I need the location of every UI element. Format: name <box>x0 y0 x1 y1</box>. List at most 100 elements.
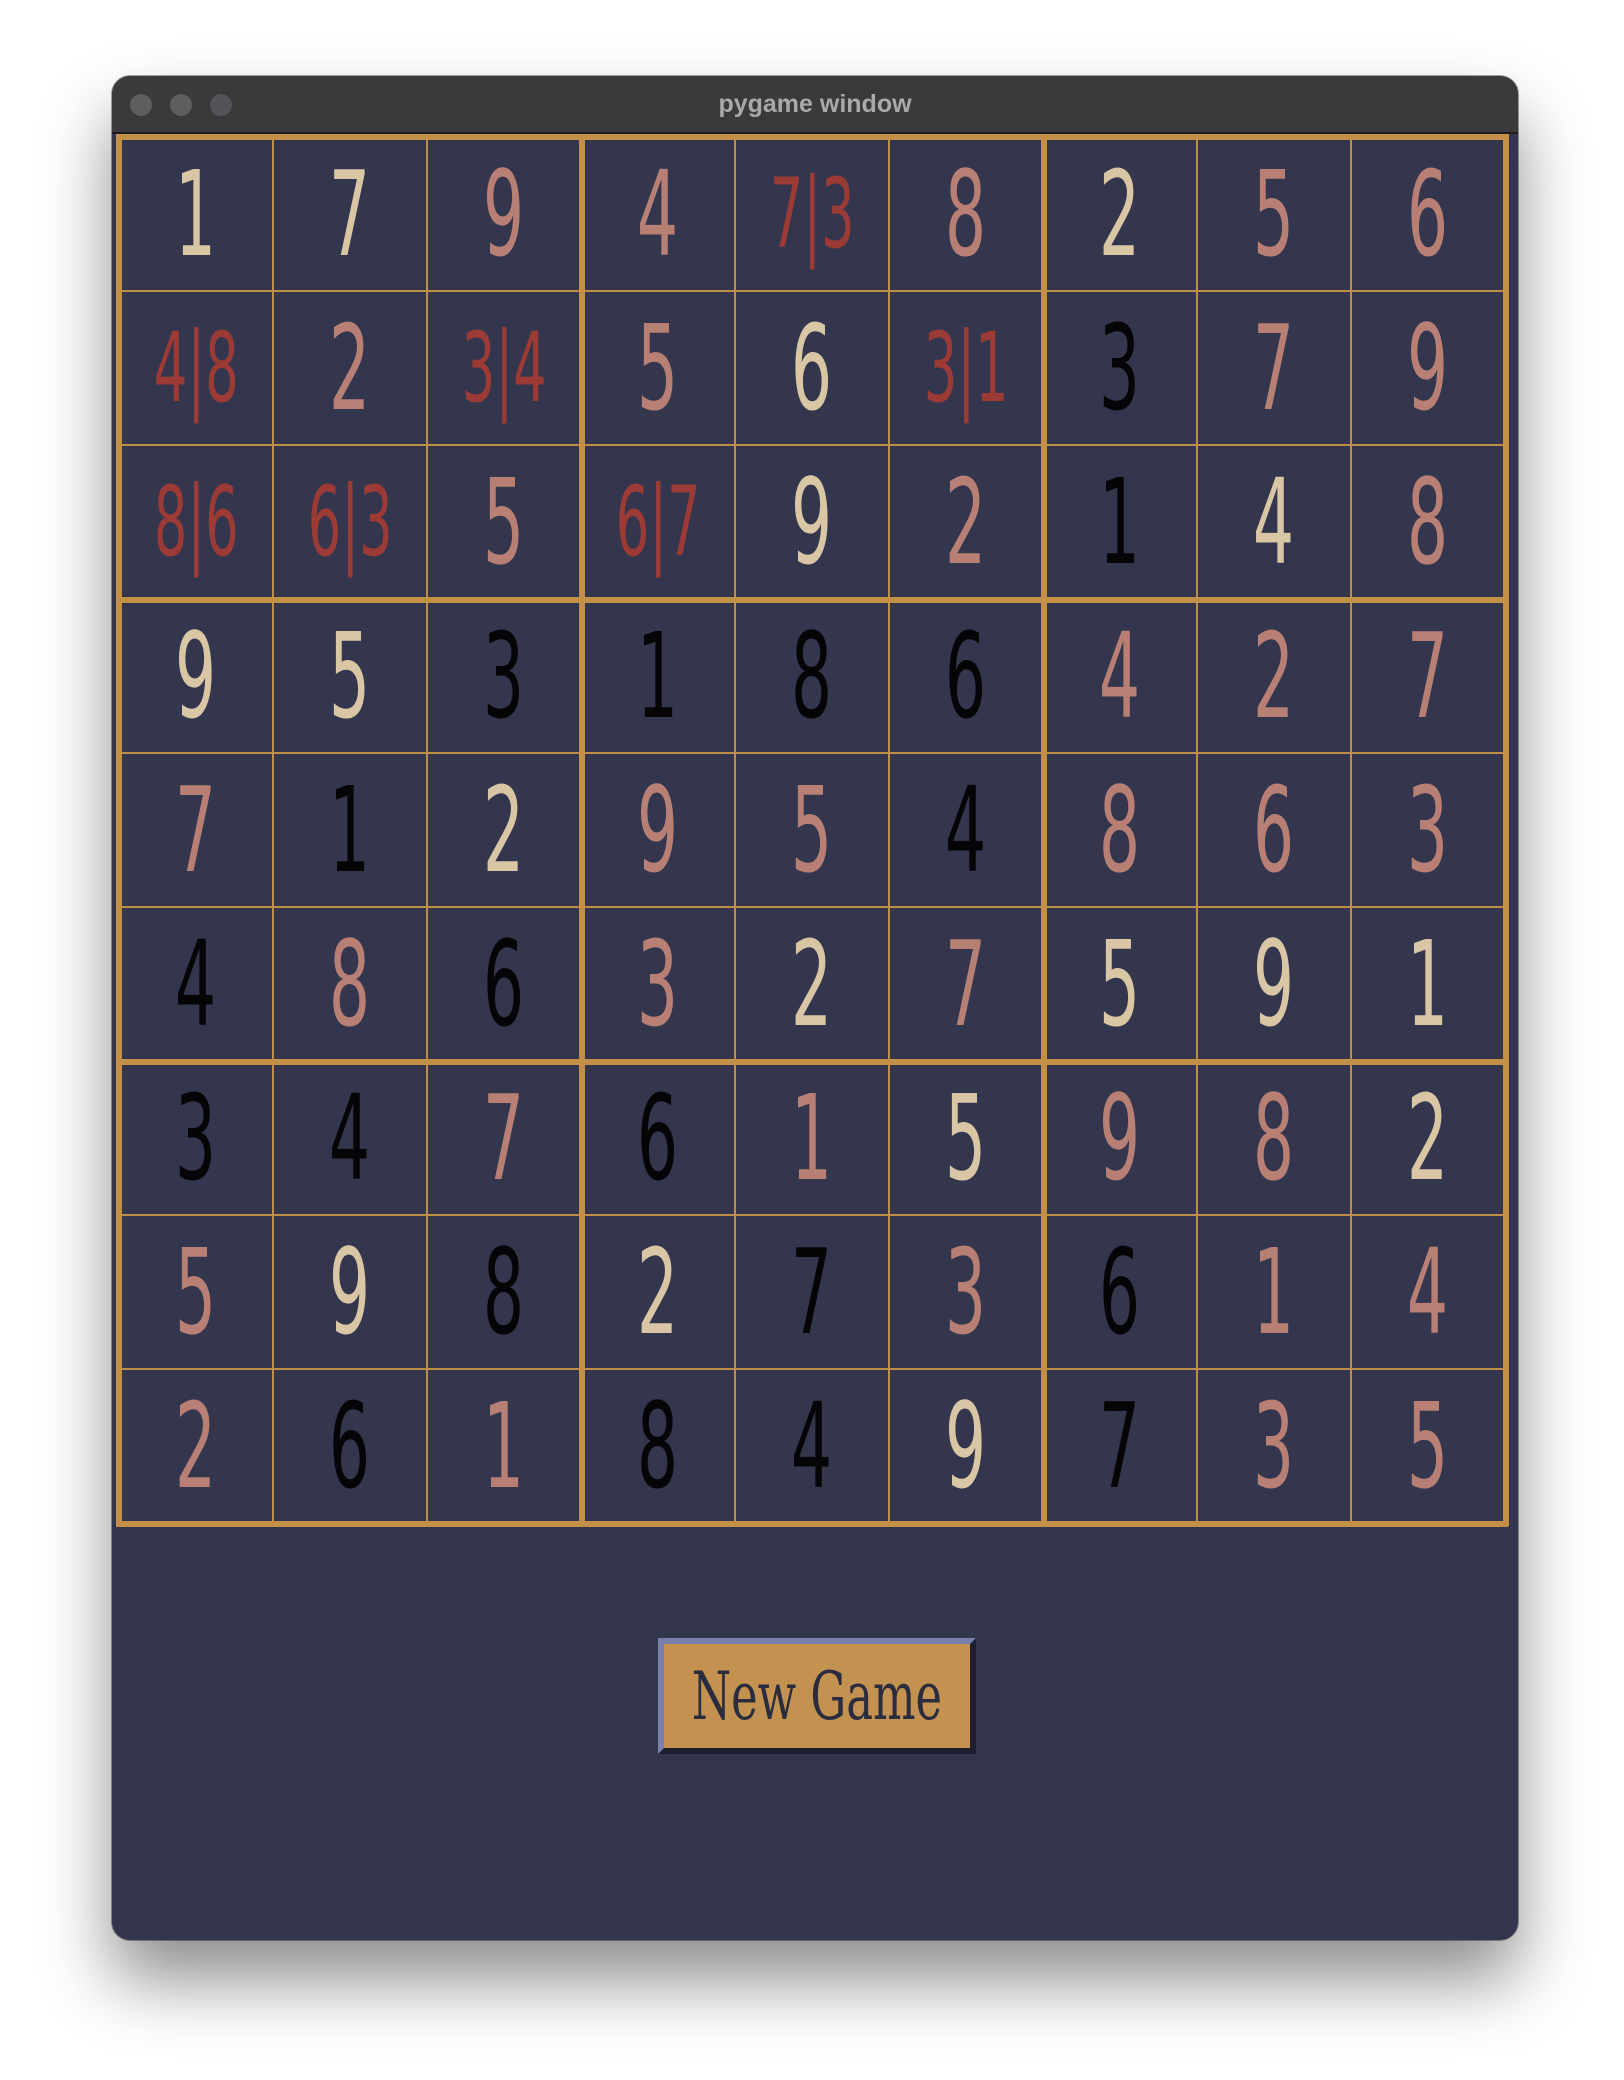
cell-r7-c5[interactable]: 1 <box>735 1061 889 1215</box>
cell-value: 9 <box>483 145 525 283</box>
cell-r5-c1[interactable]: 7 <box>119 753 273 907</box>
cell-r8-c6[interactable]: 3 <box>889 1215 1043 1369</box>
cell-r5-c6[interactable]: 4 <box>889 753 1043 907</box>
cell-r3-c1[interactable]: 8|6 <box>119 445 273 599</box>
cell-value: 1 <box>1099 453 1141 591</box>
cell-r7-c6[interactable]: 5 <box>889 1061 1043 1215</box>
cell-r5-c7[interactable]: 8 <box>1043 753 1197 907</box>
cell-r5-c8[interactable]: 6 <box>1197 753 1351 907</box>
cell-r9-c2[interactable]: 6 <box>273 1369 427 1523</box>
cell-r9-c4[interactable]: 8 <box>581 1369 735 1523</box>
cell-r6-c7[interactable]: 5 <box>1043 907 1197 1061</box>
cell-r9-c6[interactable]: 9 <box>889 1369 1043 1523</box>
cell-r8-c8[interactable]: 1 <box>1197 1215 1351 1369</box>
cell-r2-c1[interactable]: 4|8 <box>119 291 273 445</box>
cell-r7-c7[interactable]: 9 <box>1043 1061 1197 1215</box>
cell-value: 4 <box>1253 453 1295 591</box>
cell-r1-c1[interactable]: 1 <box>119 137 273 291</box>
cell-r6-c3[interactable]: 6 <box>427 907 581 1061</box>
cell-r2-c5[interactable]: 6 <box>735 291 889 445</box>
cell-value: 7 <box>791 1223 833 1361</box>
cell-r5-c9[interactable]: 3 <box>1351 753 1505 907</box>
cell-value: 6 <box>1099 1223 1141 1361</box>
cell-r3-c6[interactable]: 2 <box>889 445 1043 599</box>
cell-r6-c5[interactable]: 2 <box>735 907 889 1061</box>
cell-r6-c6[interactable]: 7 <box>889 907 1043 1061</box>
cell-r2-c3[interactable]: 3|4 <box>427 291 581 445</box>
cell-r5-c5[interactable]: 5 <box>735 753 889 907</box>
cell-value: 7 <box>483 1069 525 1207</box>
cell-r2-c7[interactable]: 3 <box>1043 291 1197 445</box>
cell-r8-c5[interactable]: 7 <box>735 1215 889 1369</box>
cell-r8-c1[interactable]: 5 <box>119 1215 273 1369</box>
cell-r2-c9[interactable]: 9 <box>1351 291 1505 445</box>
cell-value: 5 <box>329 607 371 745</box>
cell-value: 7 <box>1407 607 1449 745</box>
cell-r3-c9[interactable]: 8 <box>1351 445 1505 599</box>
cell-r9-c9[interactable]: 5 <box>1351 1369 1505 1523</box>
cell-r6-c4[interactable]: 3 <box>581 907 735 1061</box>
cell-r2-c4[interactable]: 5 <box>581 291 735 445</box>
cell-r9-c3[interactable]: 1 <box>427 1369 581 1523</box>
cell-r5-c4[interactable]: 9 <box>581 753 735 907</box>
cell-r4-c5[interactable]: 8 <box>735 599 889 753</box>
cell-r1-c6[interactable]: 8 <box>889 137 1043 291</box>
cell-r9-c1[interactable]: 2 <box>119 1369 273 1523</box>
cell-r4-c7[interactable]: 4 <box>1043 599 1197 753</box>
cell-r1-c2[interactable]: 7 <box>273 137 427 291</box>
cell-value: 7 <box>1099 1377 1141 1515</box>
cell-r4-c9[interactable]: 7 <box>1351 599 1505 753</box>
cell-r6-c2[interactable]: 8 <box>273 907 427 1061</box>
cell-value: 4 <box>175 915 217 1053</box>
cell-value: 5 <box>791 761 833 899</box>
cell-value: 1 <box>1407 915 1449 1053</box>
cell-r1-c9[interactable]: 6 <box>1351 137 1505 291</box>
new-game-button[interactable]: New Game <box>658 1638 976 1754</box>
cell-r8-c4[interactable]: 2 <box>581 1215 735 1369</box>
title-bar[interactable]: pygame window <box>112 76 1518 134</box>
cell-r1-c3[interactable]: 9 <box>427 137 581 291</box>
cell-r3-c5[interactable]: 9 <box>735 445 889 599</box>
cell-r3-c7[interactable]: 1 <box>1043 445 1197 599</box>
cell-value: 1 <box>791 1069 833 1207</box>
cell-r3-c2[interactable]: 6|3 <box>273 445 427 599</box>
cell-r5-c2[interactable]: 1 <box>273 753 427 907</box>
cell-r4-c6[interactable]: 6 <box>889 599 1043 753</box>
cell-r7-c9[interactable]: 2 <box>1351 1061 1505 1215</box>
cell-r1-c5[interactable]: 7|3 <box>735 137 889 291</box>
cell-r4-c2[interactable]: 5 <box>273 599 427 753</box>
cell-r4-c1[interactable]: 9 <box>119 599 273 753</box>
cell-r6-c1[interactable]: 4 <box>119 907 273 1061</box>
cell-r7-c3[interactable]: 7 <box>427 1061 581 1215</box>
cell-r8-c7[interactable]: 6 <box>1043 1215 1197 1369</box>
cell-value: 1 <box>637 607 679 745</box>
cell-r8-c9[interactable]: 4 <box>1351 1215 1505 1369</box>
cell-r5-c3[interactable]: 2 <box>427 753 581 907</box>
cell-r4-c8[interactable]: 2 <box>1197 599 1351 753</box>
cell-r6-c9[interactable]: 1 <box>1351 907 1505 1061</box>
cell-r7-c4[interactable]: 6 <box>581 1061 735 1215</box>
cell-value: 6|7 <box>615 466 701 578</box>
cell-r8-c2[interactable]: 9 <box>273 1215 427 1369</box>
cell-r1-c4[interactable]: 4 <box>581 137 735 291</box>
cell-value: 2 <box>329 299 371 437</box>
cell-r2-c2[interactable]: 2 <box>273 291 427 445</box>
cell-r3-c3[interactable]: 5 <box>427 445 581 599</box>
cell-r3-c8[interactable]: 4 <box>1197 445 1351 599</box>
cell-r2-c8[interactable]: 7 <box>1197 291 1351 445</box>
cell-r2-c6[interactable]: 3|1 <box>889 291 1043 445</box>
cell-r9-c7[interactable]: 7 <box>1043 1369 1197 1523</box>
cell-r4-c3[interactable]: 3 <box>427 599 581 753</box>
cell-r1-c7[interactable]: 2 <box>1043 137 1197 291</box>
cell-r4-c4[interactable]: 1 <box>581 599 735 753</box>
cell-r9-c5[interactable]: 4 <box>735 1369 889 1523</box>
cell-r7-c1[interactable]: 3 <box>119 1061 273 1215</box>
cell-r7-c2[interactable]: 4 <box>273 1061 427 1215</box>
cell-r1-c8[interactable]: 5 <box>1197 137 1351 291</box>
cell-r9-c8[interactable]: 3 <box>1197 1369 1351 1523</box>
cell-r3-c4[interactable]: 6|7 <box>581 445 735 599</box>
cell-r8-c3[interactable]: 8 <box>427 1215 581 1369</box>
cell-r7-c8[interactable]: 8 <box>1197 1061 1351 1215</box>
cell-r6-c8[interactable]: 9 <box>1197 907 1351 1061</box>
cell-value: 2 <box>791 915 833 1053</box>
